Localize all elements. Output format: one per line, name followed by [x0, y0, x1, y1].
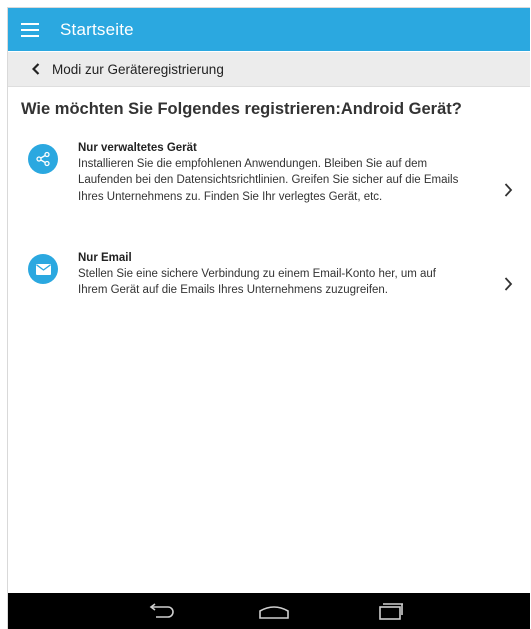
menu-button[interactable] — [10, 8, 50, 51]
option-text: Nur Email Stellen Sie eine sichere Verbi… — [78, 250, 463, 299]
page-question: Wie möchten Sie Folgendes registrieren:A… — [21, 100, 462, 118]
home-icon — [259, 606, 289, 619]
recent-apps-icon — [379, 603, 403, 620]
option-icon-badge — [28, 144, 58, 174]
option-icon-badge — [28, 254, 58, 284]
app-title: Startseite — [60, 19, 134, 39]
option-description: Installieren Sie die empfohlenen Anwendu… — [78, 158, 459, 203]
hamburger-menu-icon — [21, 22, 39, 37]
chevron-right-icon — [500, 274, 516, 294]
back-icon — [149, 603, 174, 618]
share-nodes-icon — [36, 151, 50, 167]
option-title: Nur Email — [78, 252, 132, 264]
envelope-icon — [35, 263, 51, 275]
option-description: Stellen Sie eine sichere Verbindung zu e… — [78, 268, 436, 297]
system-navigation-bar — [8, 593, 530, 629]
chevron-right-icon — [500, 180, 516, 200]
subheader-title: Modi zur Geräteregistrierung — [52, 61, 224, 77]
nav-home-button[interactable] — [252, 597, 296, 625]
app-window: Startseite Modi zur Geräteregistrierung … — [7, 7, 530, 629]
app-bar: Startseite — [8, 8, 530, 51]
option-managed-device[interactable]: Nur verwaltetes Gerät Installieren Sie d… — [8, 140, 530, 230]
chevron-left-icon — [32, 63, 40, 75]
option-text: Nur verwaltetes Gerät Installieren Sie d… — [78, 140, 463, 205]
nav-back-button[interactable] — [139, 597, 183, 625]
back-button[interactable] — [22, 52, 50, 87]
nav-recent-apps-button[interactable] — [368, 597, 412, 625]
option-title: Nur verwaltetes Gerät — [78, 142, 197, 154]
subheader-bar: Modi zur Geräteregistrierung — [8, 52, 530, 87]
option-email-only[interactable]: Nur Email Stellen Sie eine sichere Verbi… — [8, 250, 530, 310]
